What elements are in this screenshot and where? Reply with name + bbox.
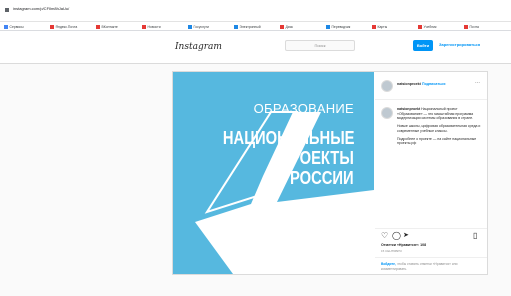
instagram-logo[interactable]: Instagram	[175, 42, 222, 52]
bookmark-favicon-icon	[234, 25, 238, 30]
bookmark-item[interactable]: Почта	[464, 24, 479, 30]
bookmark-favicon-icon	[96, 25, 100, 30]
bookmark-label: Почта	[469, 25, 479, 29]
bookmark-item[interactable]: Электронный	[234, 24, 261, 30]
bookmark-item[interactable]: Учебник	[418, 24, 436, 30]
bookmark-label: Яндекс.Почта	[55, 25, 78, 29]
bookmark-item[interactable]: Диск	[280, 24, 293, 30]
bookmark-favicon-icon	[418, 25, 422, 30]
bookmark-favicon-icon	[50, 25, 54, 30]
bookmark-favicon-icon	[188, 25, 192, 30]
image-line-2: ПРОЕКТЫ	[279, 148, 354, 168]
share-icon[interactable]: ➤	[403, 232, 409, 240]
bookmark-favicon-icon	[280, 25, 284, 30]
heart-icon[interactable]: ♡	[381, 232, 388, 240]
caption-paragraph: Подробнее о проекте — на сайте националь…	[397, 136, 477, 146]
bookmark-label: ВКонтакте	[101, 25, 118, 29]
caption-section: natsionproekt Национальный проект «Образ…	[375, 102, 487, 228]
lock-icon	[5, 8, 9, 12]
bookmark-label: Учебник	[423, 25, 437, 29]
search-input[interactable]: Поиск	[285, 40, 355, 51]
post-sidebar: natsionproekt Подписаться ⋯ natsionproek…	[375, 72, 487, 274]
bookmark-icon[interactable]: ▯	[473, 232, 477, 240]
image-line-3: РОССИИ	[290, 168, 354, 188]
likes-count[interactable]: Отметки «Нравится»: 108	[381, 243, 426, 247]
bookmark-favicon-icon	[142, 25, 146, 30]
bookmark-item[interactable]: Карты	[372, 24, 387, 30]
bookmark-favicon-icon	[464, 25, 468, 30]
bookmark-label: Госуслуги	[193, 25, 209, 29]
more-options-icon[interactable]: ⋯	[475, 80, 480, 86]
bookmark-item[interactable]: Сервисы	[4, 24, 24, 30]
bookmark-label: Сервисы	[9, 25, 24, 29]
caption-paragraph: natsionproekt Национальный проект «Образ…	[397, 107, 481, 121]
bookmark-item[interactable]: ВКонтакте	[96, 24, 118, 30]
caption-text: natsionproekt Национальный проект «Образ…	[397, 107, 481, 149]
login-link[interactable]: Войдите,	[381, 262, 396, 266]
caption-avatar[interactable]	[381, 107, 393, 119]
caption-paragraph: Новые школы, цифровая образовательная ср…	[397, 124, 481, 133]
bookmark-item[interactable]: Яндекс.Почта	[50, 24, 77, 30]
bookmark-label: Переводчик	[331, 25, 351, 29]
post-image[interactable]: ОБРАЗОВАНИЕ НАЦИОНАЛЬНЫЕ ПРОЕКТЫ РОССИИ	[173, 72, 374, 274]
bookmark-item[interactable]: Переводчик	[326, 24, 350, 30]
post-date: 15 СЕНТЯБРЯ	[381, 249, 402, 253]
address-url[interactable]: instagram.com/p/CFIlm8hJaUu/	[13, 6, 69, 11]
bookmark-item[interactable]: Госуслуги	[188, 24, 209, 30]
bookmark-label: Электронный	[239, 25, 261, 29]
post-card: ОБРАЗОВАНИЕ НАЦИОНАЛЬНЫЕ ПРОЕКТЫ РОССИИ …	[172, 71, 488, 275]
bookmark-label: Диск	[285, 25, 293, 29]
image-line-1: НАЦИОНАЛЬНЫЕ	[222, 128, 354, 148]
bookmark-label: Карты	[377, 25, 388, 29]
bookmark-favicon-icon	[326, 25, 330, 30]
signup-link[interactable]: Зарегистрироваться	[439, 42, 480, 47]
author-username[interactable]: natsionproekt	[397, 82, 421, 86]
image-title: ОБРАЗОВАНИЕ	[253, 101, 354, 116]
post-header: natsionproekt Подписаться ⋯	[375, 72, 487, 100]
bookmark-favicon-icon	[4, 25, 8, 30]
bookmarks-bar: Сервисы Яндекс.Почта ВКонтакте Новости Госус…	[0, 22, 511, 31]
bookmark-label: Новости	[147, 25, 161, 29]
browser-address-bar[interactable]: instagram.com/p/CFIlm8hJaUu/	[0, 0, 511, 22]
post-actions: ♡ ◯ ➤ ▯ Отметки «Нравится»: 108 15 СЕНТЯ…	[375, 228, 487, 274]
bookmark-favicon-icon	[372, 25, 376, 30]
bookmark-item[interactable]: Новости	[142, 24, 161, 30]
subscribe-button[interactable]: Подписаться	[422, 82, 446, 86]
avatar[interactable]	[381, 80, 393, 92]
comment-icon[interactable]: ◯	[392, 232, 401, 240]
login-prompt: Войдите, чтобы ставить отметки «Нравится…	[375, 257, 487, 275]
caption-author[interactable]: natsionproekt	[397, 107, 420, 111]
instagram-header: Instagram Поиск Войти Зарегистрироваться	[0, 31, 511, 64]
login-button[interactable]: Войти	[413, 40, 433, 51]
